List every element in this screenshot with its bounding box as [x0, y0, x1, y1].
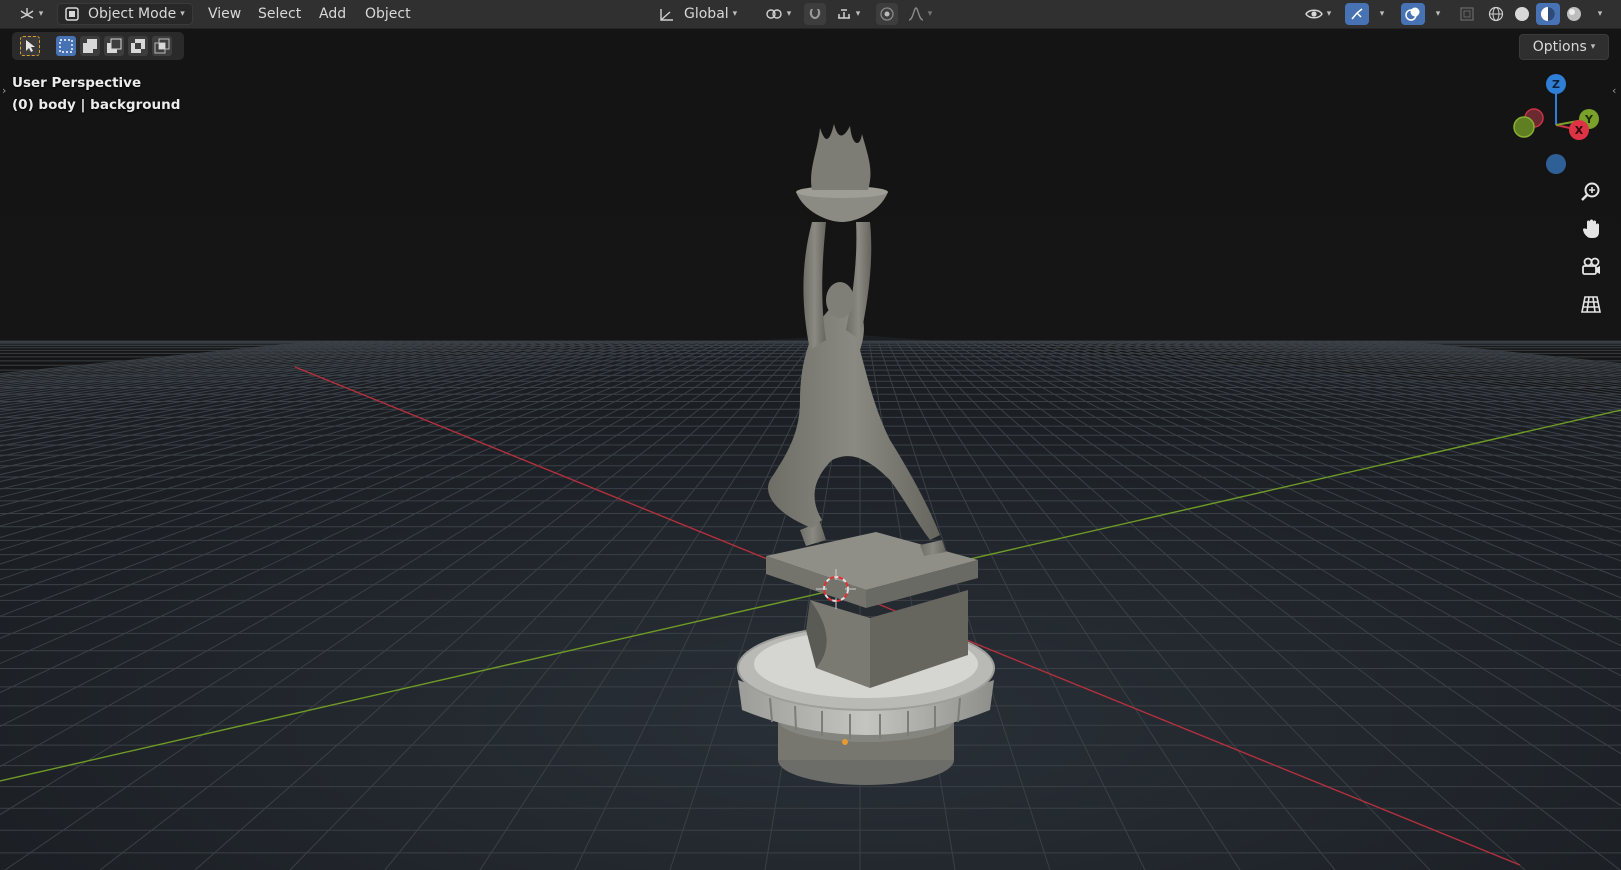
- chevron-down-icon: ▾: [1435, 9, 1441, 19]
- gizmo-x-label: X: [1575, 124, 1584, 137]
- editor-type-button[interactable]: ▾: [12, 3, 50, 25]
- chevron-down-icon: ▾: [1326, 9, 1332, 19]
- shading-wireframe-button[interactable]: [1484, 3, 1508, 25]
- shading-mode-group: [1484, 3, 1586, 25]
- select-extend-icon: [83, 39, 97, 53]
- chevron-down-icon: ▾: [786, 9, 792, 19]
- visibility-eye-icon: [1304, 6, 1323, 22]
- view-name-label: User Perspective: [12, 75, 142, 91]
- menu-view[interactable]: View: [208, 4, 241, 24]
- select-mode-difference-button[interactable]: [128, 36, 148, 56]
- chevron-down-icon: ▾: [732, 9, 738, 19]
- select-intersect-icon: [154, 38, 170, 54]
- ortho-toggle-button[interactable]: [1577, 290, 1605, 318]
- solid-sphere-icon: [1514, 6, 1530, 22]
- shading-material-preview-button[interactable]: [1536, 3, 1560, 25]
- active-object-label: (0) body | background: [12, 97, 181, 113]
- menu-object[interactable]: Object: [365, 4, 411, 24]
- xray-toggle[interactable]: [1456, 3, 1478, 25]
- options-dropdown[interactable]: Options ▾: [1519, 34, 1609, 60]
- select-mode-extend-button[interactable]: [80, 36, 100, 56]
- select-mode-set-button[interactable]: [56, 36, 76, 56]
- tool-settings-bar: [12, 32, 184, 60]
- view3d-icon: [19, 6, 35, 22]
- select-cursor-icon: [21, 37, 39, 55]
- orientation-icon: [658, 6, 676, 22]
- menu-select[interactable]: Select: [258, 4, 301, 24]
- overlay-icon: [1405, 6, 1421, 22]
- transform-orientation-dropdown[interactable]: Global ▾: [654, 3, 750, 25]
- chevron-down-icon: ▾: [180, 9, 185, 19]
- snap-target-dropdown[interactable]: ▾: [828, 3, 868, 25]
- gizmo-neg-z[interactable]: [1546, 154, 1566, 174]
- rendered-sphere-icon: [1566, 6, 1582, 22]
- snap-toggle[interactable]: [804, 3, 826, 25]
- falloff-dropdown[interactable]: ▾: [900, 3, 940, 25]
- camera-icon: [1580, 256, 1602, 278]
- options-label: Options: [1532, 39, 1587, 55]
- select-difference-icon: [131, 39, 145, 53]
- select-subtract-icon: [107, 38, 122, 53]
- gizmo-options-chevron[interactable]: ▾: [1372, 3, 1388, 25]
- chevron-down-icon: ▾: [38, 9, 44, 19]
- viewport-info-text: User Perspective (0) body | background: [12, 72, 180, 116]
- chevron-down-icon: ▾: [1597, 9, 1603, 19]
- pan-hand-icon: [1580, 218, 1602, 240]
- shading-solid-button[interactable]: [1510, 3, 1534, 25]
- mode-label: Object Mode: [88, 6, 177, 22]
- snap-increment-icon: [836, 6, 852, 22]
- xray-icon: [1459, 6, 1475, 22]
- gizmo-toggle[interactable]: [1345, 3, 1369, 25]
- object-mode-icon: [64, 6, 80, 22]
- overlay-options-chevron[interactable]: ▾: [1428, 3, 1444, 25]
- visibility-dropdown[interactable]: ▾: [1298, 3, 1338, 25]
- gizmo-z-label: Z: [1552, 78, 1560, 91]
- mode-dropdown[interactable]: Object Mode ▾: [57, 3, 193, 25]
- grid-ortho-icon: [1580, 293, 1602, 315]
- shading-rendered-button[interactable]: [1562, 3, 1586, 25]
- sidebar-toggle-icon[interactable]: ‹: [1612, 84, 1616, 97]
- chevron-down-icon: ▾: [927, 9, 933, 19]
- material-sphere-icon: [1540, 6, 1556, 22]
- object-origin-dot: [842, 739, 848, 745]
- gizmo-icon: [1349, 6, 1365, 22]
- chevron-down-icon: ▾: [1590, 42, 1596, 52]
- pivot-point-dropdown[interactable]: ▾: [758, 3, 798, 25]
- chevron-down-icon: ▾: [855, 9, 861, 19]
- proportional-edit-icon: [879, 6, 895, 22]
- select-mode-intersect-button[interactable]: [152, 36, 172, 56]
- pivot-icon: [765, 6, 783, 22]
- shading-options-chevron[interactable]: ▾: [1590, 3, 1606, 25]
- proportional-edit-toggle[interactable]: [876, 3, 898, 25]
- gizmo-neg-y[interactable]: [1513, 116, 1535, 138]
- select-set-icon: [59, 39, 73, 53]
- wireframe-sphere-icon: [1488, 6, 1504, 22]
- snap-icon: [807, 6, 823, 22]
- orientation-label: Global: [684, 6, 729, 22]
- overlay-toggle[interactable]: [1401, 3, 1425, 25]
- falloff-curve-icon: [908, 6, 924, 22]
- zoom-button[interactable]: [1577, 178, 1605, 206]
- zoom-icon: [1580, 181, 1602, 203]
- viewport-header: ▾ Object Mode ▾ View Select Add Object G…: [0, 0, 1621, 29]
- toolbar-toggle-icon[interactable]: ›: [2, 84, 6, 97]
- chevron-down-icon: ▾: [1379, 9, 1385, 19]
- menu-add[interactable]: Add: [319, 4, 346, 24]
- select-tool-button[interactable]: [20, 36, 40, 56]
- camera-view-button[interactable]: [1577, 253, 1605, 281]
- 3d-viewport[interactable]: Y Z X ‹ ›: [0, 0, 1621, 870]
- pan-button[interactable]: [1577, 215, 1605, 243]
- select-mode-subtract-button[interactable]: [104, 36, 124, 56]
